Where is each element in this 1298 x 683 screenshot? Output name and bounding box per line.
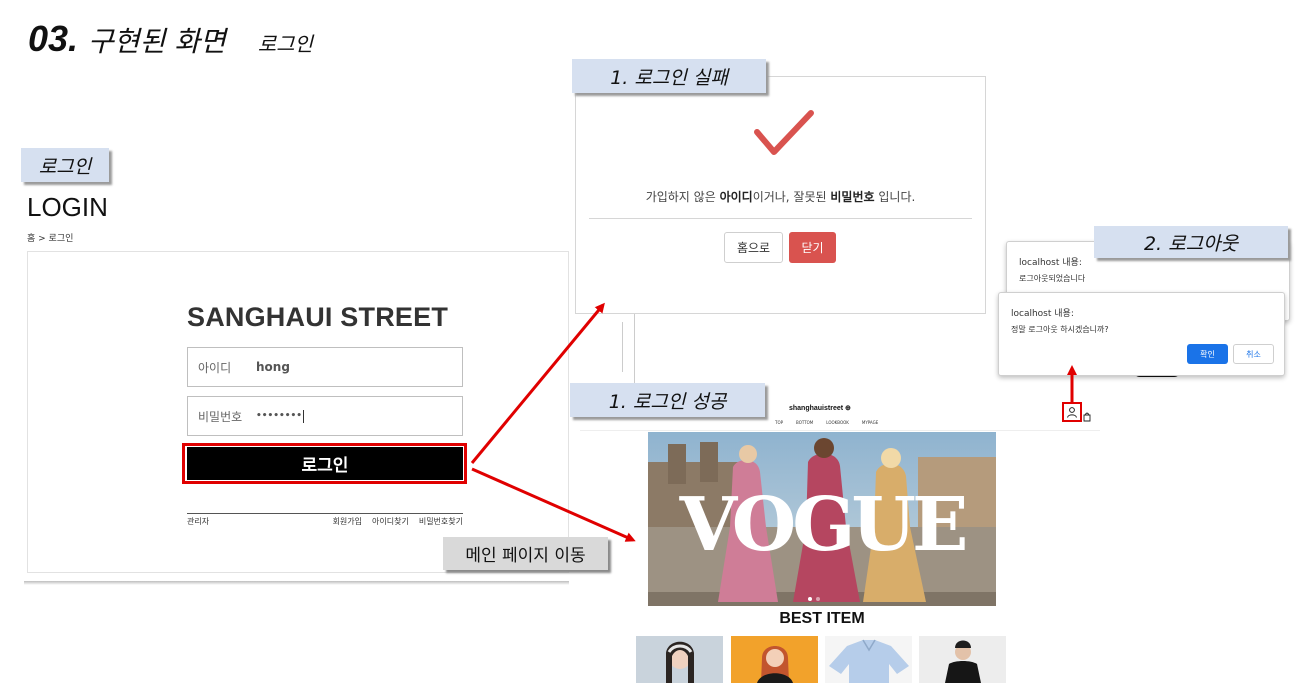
product-thumbnail[interactable] <box>825 636 912 683</box>
callout-move-main: 메인 페이지 이동 <box>443 537 608 570</box>
callout-logout: 2. 로그아웃 <box>1094 226 1288 258</box>
nav-item-top[interactable]: TOP <box>775 420 783 425</box>
cart-icon[interactable] <box>1083 407 1091 422</box>
password-field-label: 비밀번호 <box>198 409 243 424</box>
modal-divider <box>589 218 972 219</box>
confirm-cancel-button[interactable]: 취소 <box>1233 344 1274 364</box>
slide-title: 03. 구현된 화면 로그인 <box>28 18 313 60</box>
login-fail-message: 가입하지 않은 아이디이거나, 잘못된 비밀번호 입니다. <box>645 190 916 204</box>
shop-nav: TOP BOTTOM LOOKBOOK MYPAGE <box>775 420 878 425</box>
login-page-title: LOGIN <box>27 192 108 222</box>
slide-number: 03. <box>28 18 79 59</box>
alert-title: localhost 내용: <box>1019 258 1082 268</box>
id-field-value[interactable]: hong <box>256 360 290 374</box>
callout-login: 로그인 <box>21 148 109 182</box>
divider <box>622 322 623 372</box>
breadcrumb: 홈 > 로그인 <box>27 234 74 244</box>
signup-link[interactable]: 회원가입 <box>333 516 362 527</box>
password-field[interactable]: 비밀번호 •••••••• <box>187 396 463 436</box>
login-panel-shadow <box>24 581 569 585</box>
shop-logo[interactable]: shanghauistreet ⊕ <box>789 404 851 412</box>
id-field[interactable]: 아이디 hong <box>187 347 463 387</box>
hero-text: VOGUE <box>679 482 965 568</box>
best-item-title: BEST ITEM <box>779 610 865 627</box>
product-thumbnail[interactable] <box>919 636 1006 683</box>
alert-title: localhost 내용: <box>1011 309 1074 319</box>
user-icon[interactable] <box>1062 402 1082 422</box>
home-button[interactable]: 홈으로 <box>724 232 783 263</box>
product-thumbnail[interactable] <box>636 636 723 683</box>
admin-link[interactable]: 관리자 <box>187 516 209 527</box>
password-field-value[interactable]: •••••••• <box>256 411 302 421</box>
callout-login-success: 1. 로그인 성공 <box>570 383 765 417</box>
product-thumbnail[interactable] <box>731 636 818 683</box>
nav-item-bottom[interactable]: BOTTOM <box>796 420 813 425</box>
slide-subtitle: 로그인 <box>257 32 313 56</box>
login-links: 관리자 회원가입 아이디찾기 비밀번호찾기 <box>187 513 463 527</box>
nav-item-lookbook[interactable]: LOOKBOOK <box>826 420 849 425</box>
find-id-link[interactable]: 아이디찾기 <box>372 516 409 527</box>
nav-item-mypage[interactable]: MYPAGE <box>862 420 878 425</box>
divider <box>634 314 635 384</box>
alert-message: 로그아웃되었습니다 <box>1019 274 1086 283</box>
find-password-link[interactable]: 비밀번호찾기 <box>419 516 463 527</box>
alert-message: 정말 로그아웃 하시겠습니까? <box>1011 325 1109 334</box>
text-cursor <box>303 409 305 423</box>
check-icon <box>752 108 816 160</box>
login-button[interactable]: 로그인 <box>187 447 463 480</box>
confirm-ok-button[interactable]: 확인 <box>1187 344 1228 364</box>
close-button[interactable]: 닫기 <box>789 232 836 263</box>
hero-banner[interactable]: VOGUE <box>648 432 996 606</box>
slide-heading: 구현된 화면 <box>88 25 226 58</box>
shop-header-line <box>580 430 1100 431</box>
callout-login-fail: 1. 로그인 실패 <box>572 59 766 93</box>
brand-logo: SANGHAUI STREET <box>187 302 449 332</box>
id-field-label: 아이디 <box>198 360 232 375</box>
